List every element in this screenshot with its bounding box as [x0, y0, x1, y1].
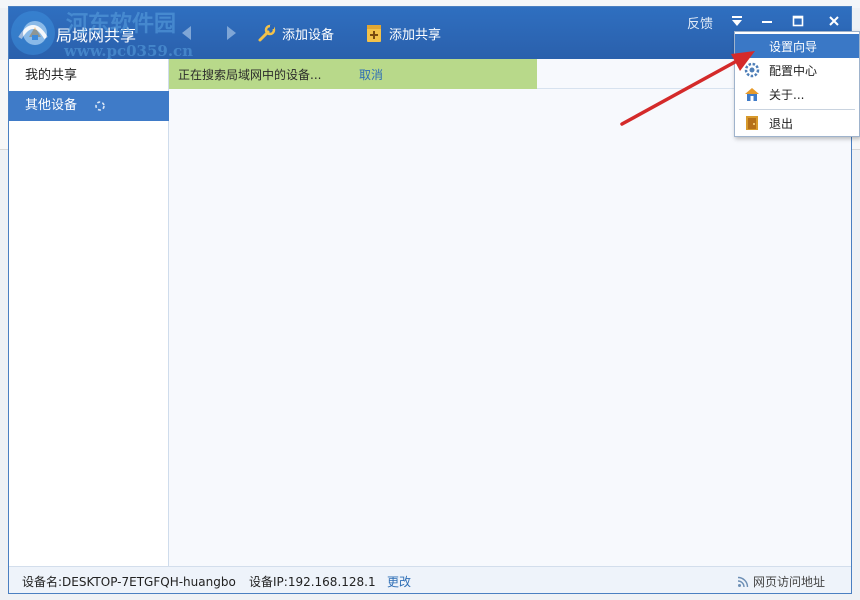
menu-item-label: 配置中心 [769, 64, 818, 78]
folder-add-icon [367, 25, 381, 42]
close-button[interactable] [823, 11, 845, 31]
minimize-icon [762, 21, 772, 23]
device-name-text: 设备名:DESKTOP-7ETGFQH-huangbo [22, 575, 236, 589]
close-icon [829, 16, 839, 26]
menu-item-about[interactable]: 关于... [735, 82, 859, 106]
web-access-label: 网页访问地址 [753, 575, 826, 589]
menu-item-config-center[interactable]: 配置中心 [735, 58, 859, 82]
menu-divider [739, 109, 855, 110]
title-bar: 局域网共享 添加设备 添加共享 反馈 [9, 7, 851, 59]
status-bar: 设备名:DESKTOP-7ETGFQH-huangbo 设备IP:192.168… [9, 566, 851, 593]
minimize-button[interactable] [756, 11, 778, 31]
app-title: 局域网共享 [56, 26, 137, 45]
menu-item-label: 设置向导 [769, 40, 818, 54]
add-device-label: 添加设备 [282, 27, 335, 43]
sidebar-item-label: 其他设备 [25, 98, 78, 113]
sidebar-item-my-share[interactable]: 我的共享 [9, 61, 169, 91]
exit-door-icon [746, 116, 758, 130]
search-status-banner: 正在搜索局域网中的设备... 取消 [169, 59, 537, 89]
menu-dropdown-icon [732, 16, 742, 26]
maximize-icon [792, 15, 804, 27]
add-device-button[interactable]: 添加设备 [257, 21, 334, 45]
home-icon [745, 88, 759, 101]
gear-icon [744, 62, 760, 78]
menu-item-setup-wizard[interactable]: 设置向导 [735, 34, 859, 58]
main-menu-dropdown: 设置向导 配置中心 关于... 退出 [734, 31, 860, 137]
change-ip-link[interactable]: 更改 [387, 573, 411, 590]
maximize-button[interactable] [787, 11, 809, 31]
sidebar-item-label: 我的共享 [25, 68, 78, 83]
menu-item-exit[interactable]: 退出 [735, 111, 859, 135]
loading-spinner-icon [95, 101, 105, 111]
app-window: 局域网共享 添加设备 添加共享 反馈 我的共享 其他设备 正在搜索局域网中的设备… [8, 6, 852, 594]
rss-icon [737, 576, 749, 587]
app-logo-icon [23, 21, 47, 45]
background-window-edge [0, 60, 8, 150]
sidebar-item-other-devices[interactable]: 其他设备 [9, 91, 171, 121]
cancel-search-link[interactable]: 取消 [359, 66, 383, 83]
feedback-link[interactable]: 反馈 [687, 13, 713, 32]
add-share-label: 添加共享 [389, 27, 442, 43]
menu-item-label: 关于... [769, 88, 805, 102]
back-arrow-icon[interactable] [179, 24, 195, 42]
main-menu-button[interactable] [726, 11, 748, 31]
web-access-link[interactable]: 网页访问地址 [737, 573, 825, 590]
add-share-button[interactable]: 添加共享 [364, 21, 441, 45]
menu-item-label: 退出 [769, 117, 794, 131]
forward-arrow-icon[interactable] [223, 24, 239, 42]
search-status-text: 正在搜索局域网中的设备... [178, 67, 322, 82]
sidebar: 我的共享 其他设备 [9, 59, 171, 566]
device-ip-text: 设备IP:192.168.128.1 [249, 575, 376, 589]
wrench-icon [258, 24, 276, 42]
